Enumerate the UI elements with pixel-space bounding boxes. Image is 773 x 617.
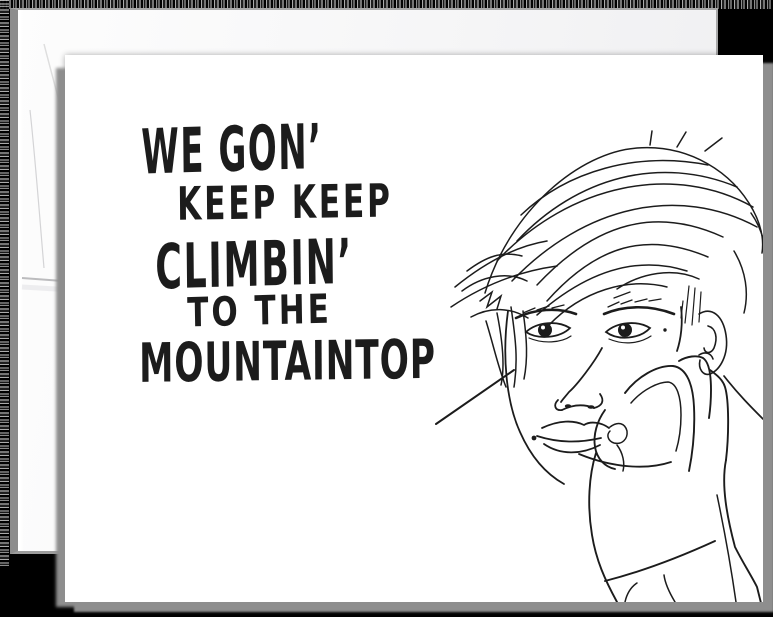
greeting-card: WE GON’ KEEP KEEP CLIMBIN’ TO THE MOUNTA… [65,55,763,602]
ear [680,285,728,376]
fist [588,355,763,602]
hair-strokes [450,130,763,388]
transparency-noise-left-edge [0,0,9,566]
portrait-line-drawing [435,130,763,602]
greeting-card-product-mockup: WE GON’ KEEP KEEP CLIMBIN’ TO THE MOUNTA… [0,0,773,617]
face-features [435,291,683,485]
